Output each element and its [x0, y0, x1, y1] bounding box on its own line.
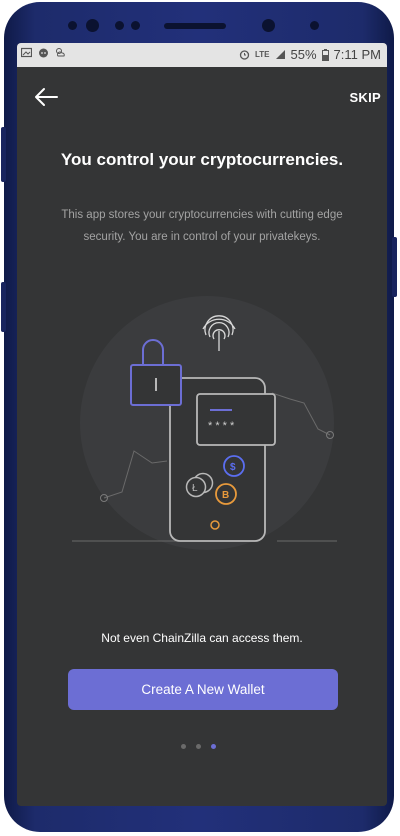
status-time: 7:11 PM	[333, 47, 381, 62]
battery-icon	[321, 48, 329, 61]
app-screen: LTE 55% 7:11 PM SKIP You control your cr…	[17, 43, 387, 806]
credit-card-icon: * * * *	[196, 393, 276, 446]
bixby-button	[1, 282, 6, 332]
privacy-note: Not even ChainZilla can access them.	[101, 631, 303, 645]
page-title: You control your cryptocurrencies.	[60, 150, 344, 169]
dollar-symbol: $	[230, 462, 236, 473]
phone-frame: LTE 55% 7:11 PM SKIP You control your cr…	[1, 2, 397, 832]
power-button	[392, 237, 397, 297]
weather-icon	[56, 48, 65, 57]
security-illustration: * * * * Ł $ B	[72, 296, 337, 550]
dollar-coin-icon: $	[223, 455, 245, 477]
create-wallet-button[interactable]: Create A New Wallet	[68, 669, 338, 710]
iris-camera-icon	[262, 19, 275, 32]
sensor-icon	[115, 21, 124, 30]
sensor-icon	[68, 21, 77, 30]
back-arrow-icon[interactable]	[33, 86, 59, 108]
top-bezel	[4, 2, 394, 42]
sensor-icon	[131, 21, 140, 30]
sensor-icon	[310, 21, 319, 30]
page-dot[interactable]	[196, 744, 201, 749]
skip-button[interactable]: SKIP	[349, 90, 381, 105]
page-indicator	[181, 744, 216, 749]
front-camera-icon	[86, 19, 99, 32]
battery-percent: 55%	[290, 47, 317, 62]
gallery-icon	[21, 47, 32, 58]
bitcoin-icon: B	[215, 483, 237, 505]
page-dot-active[interactable]	[211, 744, 216, 749]
litecoin-symbol: Ł	[192, 483, 198, 494]
card-mask: * * * *	[208, 420, 235, 432]
signal-icon	[275, 50, 285, 59]
alarm-icon	[239, 50, 250, 60]
page-dot[interactable]	[181, 744, 186, 749]
status-bar: LTE 55% 7:11 PM	[17, 43, 387, 67]
volume-button	[1, 127, 6, 182]
bitcoin-symbol: B	[222, 490, 229, 501]
network-type: LTE	[255, 50, 270, 59]
description-text: This app stores your cryptocurrencies wi…	[61, 209, 343, 243]
reddit-icon	[39, 48, 48, 58]
earpiece-speaker	[164, 23, 226, 29]
